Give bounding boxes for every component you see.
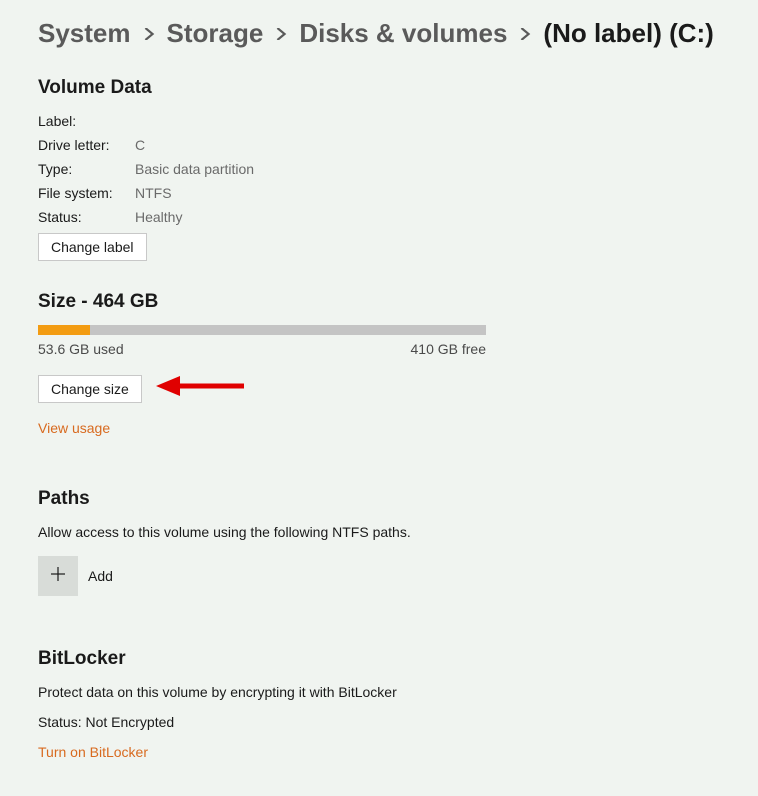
- status-value: Healthy: [135, 209, 182, 225]
- add-path-button[interactable]: [38, 556, 78, 596]
- change-size-button[interactable]: Change size: [38, 375, 142, 403]
- annotation-arrow-icon: [156, 371, 246, 406]
- view-usage-link[interactable]: View usage: [38, 420, 110, 436]
- chevron-right-icon: [133, 28, 165, 40]
- file-system-label: File system:: [38, 185, 135, 201]
- type-label: Type:: [38, 161, 135, 177]
- bitlocker-heading: BitLocker: [38, 648, 720, 670]
- status-label: Status:: [38, 209, 135, 225]
- storage-bar: [38, 325, 486, 335]
- paths-description: Allow access to this volume using the fo…: [38, 524, 720, 540]
- change-label-button[interactable]: Change label: [38, 233, 147, 261]
- bitlocker-description: Protect data on this volume by encryptin…: [38, 684, 720, 700]
- type-value: Basic data partition: [135, 161, 254, 177]
- chevron-right-icon: [265, 28, 297, 40]
- plus-icon: [50, 566, 66, 587]
- storage-free-label: 410 GB free: [411, 341, 487, 357]
- volume-data-list: Label: Drive letter: C Type: Basic data …: [38, 113, 720, 225]
- bitlocker-section: BitLocker Protect data on this volume by…: [38, 648, 720, 762]
- file-system-value: NTFS: [135, 185, 172, 201]
- volume-data-heading: Volume Data: [38, 77, 720, 99]
- breadcrumb: System Storage Disks & volumes (No label…: [38, 18, 720, 49]
- turn-on-bitlocker-link[interactable]: Turn on BitLocker: [38, 744, 148, 760]
- breadcrumb-storage[interactable]: Storage: [167, 18, 264, 49]
- breadcrumb-current: (No label) (C:): [543, 18, 713, 49]
- breadcrumb-disks[interactable]: Disks & volumes: [299, 18, 507, 49]
- storage-used-label: 53.6 GB used: [38, 341, 124, 357]
- breadcrumb-system[interactable]: System: [38, 18, 131, 49]
- drive-letter-label: Drive letter:: [38, 137, 135, 153]
- drive-letter-value: C: [135, 137, 145, 153]
- paths-section: Paths Allow access to this volume using …: [38, 488, 720, 596]
- chevron-right-icon: [509, 28, 541, 40]
- bitlocker-status: Status: Not Encrypted: [38, 714, 720, 730]
- label-label: Label:: [38, 113, 135, 129]
- paths-heading: Paths: [38, 488, 720, 510]
- storage-bar-fill: [38, 325, 90, 335]
- size-heading: Size - 464 GB: [38, 291, 720, 313]
- add-path-label: Add: [88, 568, 113, 584]
- size-section: Size - 464 GB 53.6 GB used 410 GB free C…: [38, 291, 720, 438]
